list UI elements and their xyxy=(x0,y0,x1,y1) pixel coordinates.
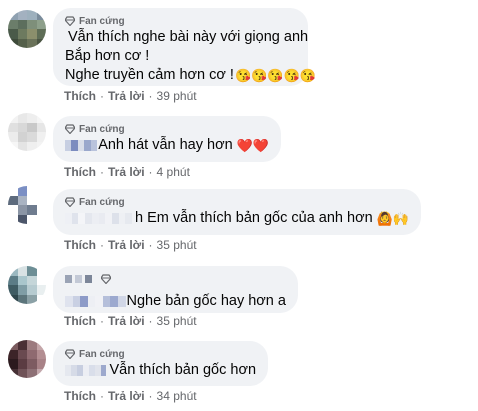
comment-text: Vẫn thích bản gốc hơn xyxy=(65,361,256,380)
reply-link[interactable]: Trả lời xyxy=(108,238,145,252)
fan-badge: Fan cứng xyxy=(65,347,256,361)
comment-bubble: Nghe bản gốc hay hơn a xyxy=(53,266,298,313)
like-link[interactable]: Thích xyxy=(64,314,96,328)
reply-link[interactable]: Trả lời xyxy=(108,389,145,403)
diamond-icon xyxy=(101,274,111,284)
comment-actions: Thích · Trả lời · 39 phút xyxy=(64,89,197,103)
comment-3: Fan cứng h Em vẫn thích bản gốc của anh … xyxy=(0,180,478,260)
like-link[interactable]: Thích xyxy=(64,165,96,179)
diamond-icon xyxy=(65,349,75,359)
diamond-icon xyxy=(65,124,75,134)
comment-text: h Em vẫn thích bản gốc của anh hơn 🙆🙌 xyxy=(65,209,409,228)
comment-text: Vẫn thích nghe bài này với giọng anh xyxy=(65,28,308,47)
timestamp[interactable]: 35 phút xyxy=(157,314,197,328)
reply-link[interactable]: Trả lời xyxy=(108,165,145,179)
comment-actions: Thích · Trả lời · 34 phút xyxy=(64,389,197,403)
badge-label: Fan cứng xyxy=(79,196,125,208)
comment-1: Fan cứng Vẫn thích nghe bài này với giọn… xyxy=(0,0,478,105)
reply-link[interactable]: Trả lời xyxy=(108,314,145,328)
comment-text-body: Nghe bản gốc hay hơn a xyxy=(126,293,286,309)
reply-link[interactable]: Trả lời xyxy=(108,89,145,103)
gesture-emoji-icons: 🙆🙌 xyxy=(376,211,410,226)
avatar[interactable] xyxy=(8,10,46,48)
comment-text-body: h Em vẫn thích bản gốc của anh hơn xyxy=(135,210,373,226)
comment-bubble: Fan cứng h Em vẫn thích bản gốc của anh … xyxy=(53,189,421,235)
comment-text-line3: Nghe truyền cảm hơn cơ ! xyxy=(65,67,234,83)
comment-bubble: Fan cứng Vẫn thích nghe bài này với giọn… xyxy=(53,8,316,86)
like-link[interactable]: Thích xyxy=(64,389,96,403)
comment-text-line1: Vẫn thích nghe bài này với giọng anh xyxy=(68,29,309,45)
comment-actions: Thích · Trả lời · 35 phút xyxy=(64,238,197,252)
avatar[interactable] xyxy=(8,186,46,224)
badge-label: Fan cứng xyxy=(79,123,125,135)
comment-actions: Thích · Trả lời · 35 phút xyxy=(64,314,197,328)
heart-emoji-icons: ❤️❤️ xyxy=(236,138,270,153)
like-link[interactable]: Thích xyxy=(64,238,96,252)
comment-text-body: Anh hát vẫn hay hơn xyxy=(98,137,233,153)
timestamp[interactable]: 34 phút xyxy=(157,389,197,403)
diamond-icon xyxy=(65,197,75,207)
comment-text: Anh hát vẫn hay hơn ❤️❤️ xyxy=(65,136,269,155)
comment-text-line2: Bắp hơn cơ ! xyxy=(65,48,150,64)
badge-label: Fan cứng xyxy=(79,15,125,27)
timestamp[interactable]: 35 phút xyxy=(157,238,197,252)
diamond-icon xyxy=(65,16,75,26)
like-link[interactable]: Thích xyxy=(64,89,96,103)
comment-text: Nghe bản gốc hay hơn a xyxy=(65,292,286,311)
timestamp[interactable]: 4 phút xyxy=(157,165,190,179)
comment-text-body: Vẫn thích bản gốc hơn xyxy=(109,362,257,378)
badge-label: Fan cứng xyxy=(79,348,125,360)
fan-badge: Fan cứng xyxy=(65,195,409,209)
fan-badge: Fan cứng xyxy=(65,14,296,28)
avatar[interactable] xyxy=(8,113,46,151)
comment-2: Fan cứng Anh hát vẫn hay hơn ❤️❤️ Thích ·… xyxy=(0,105,478,180)
avatar[interactable] xyxy=(8,266,46,304)
fan-badge: Fan cứng xyxy=(65,122,269,136)
kiss-emoji-icons: 😘😘😘😘😘 xyxy=(234,68,316,83)
comment-4: Nghe bản gốc hay hơn a Thích · Trả lời · 35 … xyxy=(0,260,478,338)
avatar[interactable] xyxy=(8,340,46,378)
fan-badge xyxy=(65,272,286,286)
timestamp[interactable]: 39 phút xyxy=(157,89,197,103)
comment-5: Fan cứng Vẫn thích bản gốc hơn Thích · Trả… xyxy=(0,338,478,411)
comment-actions: Thích · Trả lời · 4 phút xyxy=(64,165,190,179)
comment-bubble: Fan cứng Vẫn thích bản gốc hơn xyxy=(53,341,268,386)
comment-bubble: Fan cứng Anh hát vẫn hay hơn ❤️❤️ xyxy=(53,116,281,162)
